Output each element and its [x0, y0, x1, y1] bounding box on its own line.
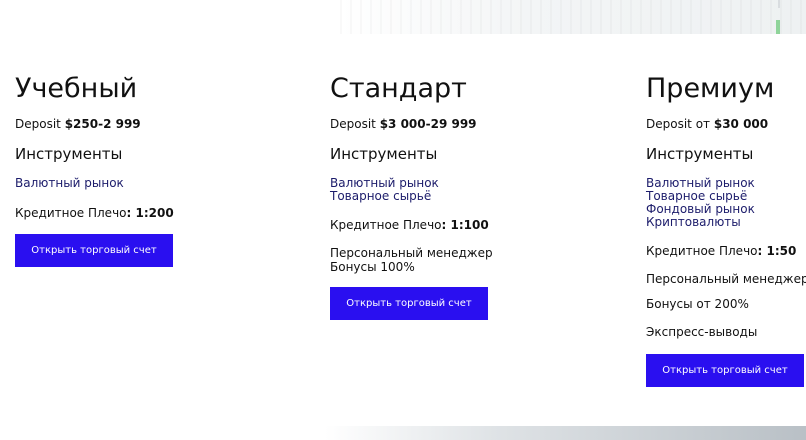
plan-title: Премиум: [646, 73, 775, 104]
plan-title: Стандарт: [330, 73, 467, 104]
leverage-label: Кредитное Плечо: [646, 244, 758, 258]
extra-feature-bonus: Бонусы 100%: [330, 260, 415, 274]
leverage-value: : 1:200: [126, 206, 174, 220]
instrument-item[interactable]: Валютный рынок: [15, 177, 124, 190]
deposit-value: $3 000-29 999: [379, 117, 477, 131]
banner-green-accent: [776, 20, 780, 34]
extra-feature-express-withdrawal: Экспресс-выводы: [646, 325, 758, 339]
banner-line-accent: [778, 0, 780, 8]
leverage-label: Кредитное Плечо: [15, 206, 127, 220]
leverage-line: Кредитное Плечо: 1:50: [646, 243, 796, 259]
deposit-label: Deposit от: [646, 117, 711, 131]
instruments-heading: Инструменты: [646, 145, 754, 163]
extra-feature-bonus: Бонусы от 200%: [646, 297, 749, 311]
open-account-button[interactable]: Открыть торговый счет: [15, 234, 173, 267]
open-account-button[interactable]: Открыть торговый счет: [330, 287, 488, 320]
leverage-label: Кредитное Плечо: [330, 218, 442, 232]
deposit-line: Deposit $250-2 999: [15, 116, 141, 132]
bottom-decorative-banner: [325, 426, 806, 440]
deposit-label: Deposit: [15, 117, 61, 131]
deposit-value: $30 000: [713, 117, 769, 131]
instruments-list: Валютный рынок Товарное сырьё Фондовый р…: [646, 177, 755, 229]
instruments-heading: Инструменты: [15, 145, 123, 163]
extra-feature-manager: Персональный менеджер: [646, 272, 806, 286]
instruments-list: Валютный рынок: [15, 177, 124, 190]
banner-texture: [340, 0, 806, 34]
instruments-heading: Инструменты: [330, 145, 438, 163]
deposit-line: Deposit $3 000-29 999: [330, 116, 477, 132]
plan-title: Учебный: [15, 73, 138, 104]
leverage-value: : 1:50: [757, 244, 797, 258]
open-account-button[interactable]: Открыть торговый счет: [646, 354, 804, 387]
extra-feature-manager: Персональный менеджер: [330, 246, 493, 260]
deposit-value: $250-2 999: [64, 117, 141, 131]
leverage-value: : 1:100: [441, 218, 489, 232]
leverage-line: Кредитное Плечо: 1:100: [330, 217, 489, 233]
instrument-item[interactable]: Товарное сырьё: [330, 190, 439, 203]
deposit-line: Deposit от $30 000: [646, 116, 768, 132]
instrument-item[interactable]: Криптовалюты: [646, 216, 755, 229]
deposit-label: Deposit: [330, 117, 376, 131]
instruments-list: Валютный рынок Товарное сырьё: [330, 177, 439, 203]
leverage-line: Кредитное Плечо: 1:200: [15, 205, 174, 221]
top-decorative-banner: [340, 0, 806, 34]
